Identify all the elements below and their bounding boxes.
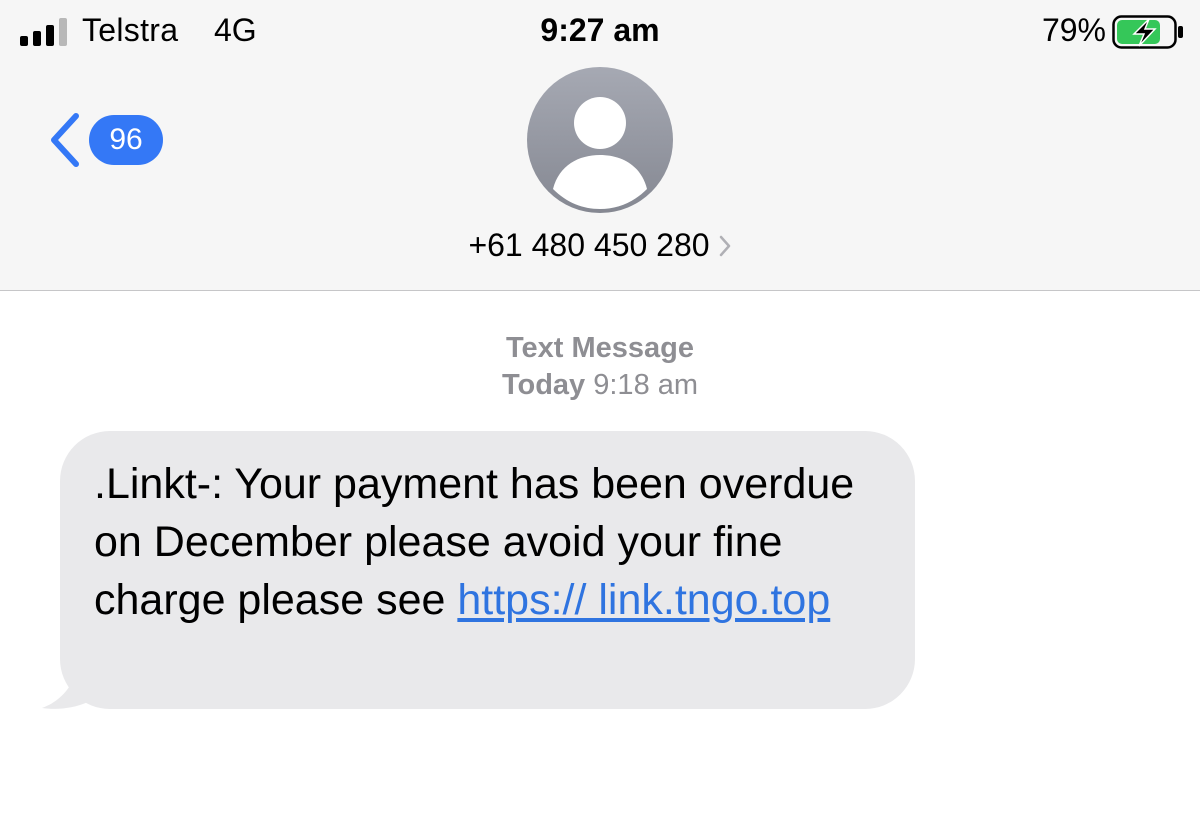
incoming-message-bubble[interactable]: .Linkt-: Your payment has been overdue o… <box>60 431 915 709</box>
message-type-label: Text Message <box>505 332 695 364</box>
person-avatar-icon[interactable] <box>527 67 673 213</box>
conversation-header: Telstra 4G 9:27 am 79% 96 +61 480 450 28… <box>0 0 1200 291</box>
timestamp-time: 9:18 am <box>593 369 699 401</box>
battery-percentage: 79% <box>1041 12 1106 48</box>
status-bar: Telstra 4G 9:27 am 79% <box>0 0 1200 64</box>
chevron-right-icon[interactable] <box>718 234 732 258</box>
unread-count-badge[interactable]: 96 <box>89 115 163 165</box>
battery-charging-icon <box>1112 15 1183 49</box>
chevron-left-icon[interactable] <box>46 110 86 170</box>
message-meta: Text Message Today 9:18 am <box>0 330 1200 404</box>
message-link[interactable]: https:// link.tngo.top <box>457 576 830 624</box>
contact-phone-number[interactable]: +61 480 450 280 <box>468 227 709 264</box>
timestamp-day: Today <box>501 369 586 401</box>
status-time: 9:27 am <box>540 12 660 48</box>
message-timestamp: Today 9:18 am <box>0 367 1200 404</box>
message-body: .Linkt-: Your payment has been overdue o… <box>94 455 885 629</box>
contact-details-button[interactable]: +61 480 450 280 <box>0 225 1200 264</box>
messages-screen: Telstra 4G 9:27 am 79% 96 +61 480 450 28… <box>0 0 1200 823</box>
